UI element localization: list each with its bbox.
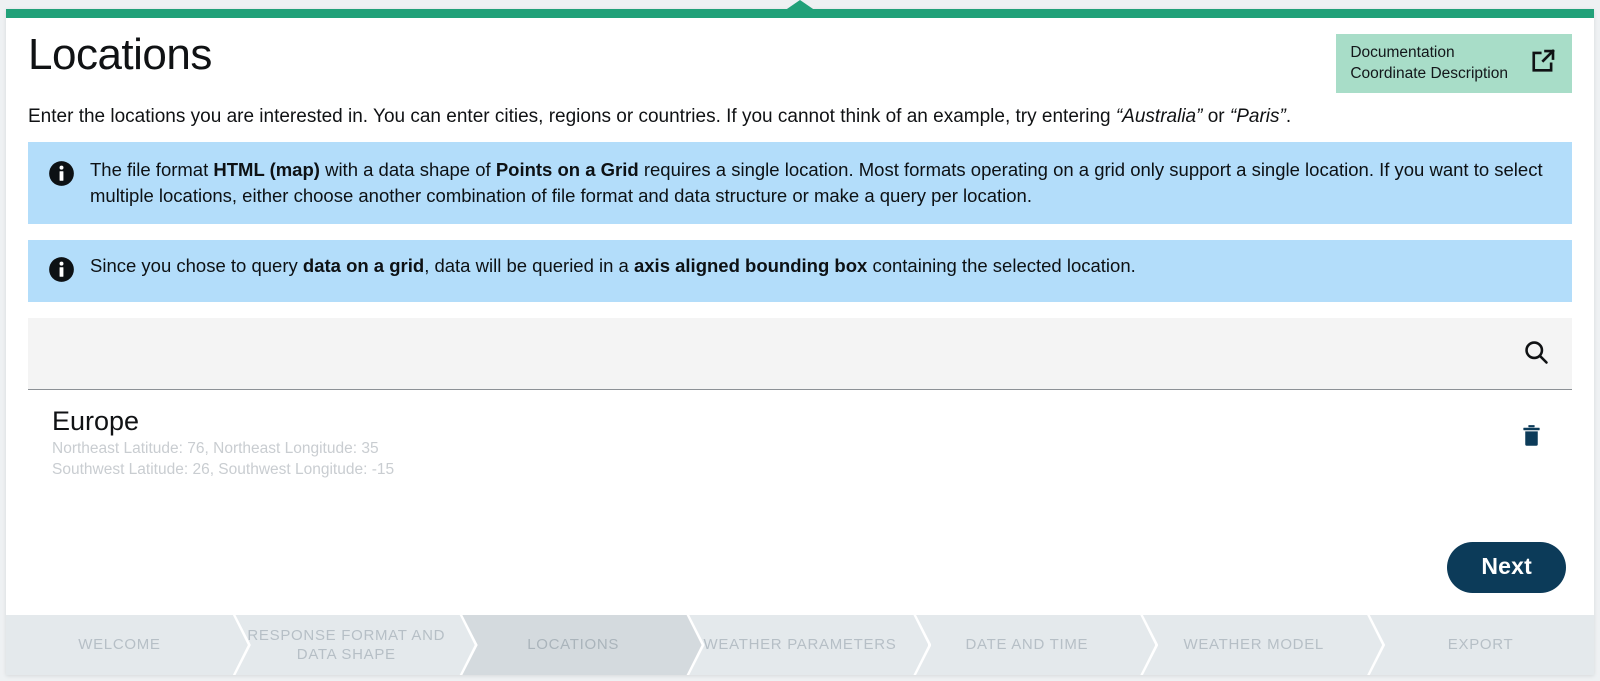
next-button[interactable]: Next xyxy=(1447,542,1566,593)
wizard-stepper: WELCOME RESPONSE FORMAT AND DATA SHAPE L… xyxy=(6,615,1594,675)
location-coordinates-southwest: Southwest Latitude: 26, Southwest Longit… xyxy=(52,460,395,478)
intro-conjunction: or xyxy=(1202,106,1230,127)
documentation-link[interactable]: Documentation Coordinate Description xyxy=(1336,34,1572,94)
delete-location-button[interactable] xyxy=(1509,406,1554,452)
info-banner-grid-query: Since you chose to query data on a grid,… xyxy=(28,240,1572,303)
intro-text: Enter the locations you are interested i… xyxy=(28,104,1572,142)
step-locations[interactable]: LOCATIONS xyxy=(459,615,687,675)
location-name: Europe xyxy=(52,406,140,437)
step-weather-model[interactable]: WEATHER MODEL xyxy=(1140,615,1368,675)
step-weather-parameters[interactable]: WEATHER PARAMETERS xyxy=(686,615,914,675)
intro-example-australia: “Australia” xyxy=(1115,106,1203,127)
location-search-input[interactable] xyxy=(48,318,1520,390)
intro-example-paris: “Paris” xyxy=(1229,106,1286,127)
location-search-field[interactable] xyxy=(28,318,1572,391)
step-welcome[interactable]: WELCOME xyxy=(6,615,233,675)
intro-period: . xyxy=(1285,106,1292,127)
search-icon xyxy=(1522,338,1550,369)
header: Locations Documentation Coordinate Descr… xyxy=(6,18,1594,104)
wizard-card: Locations Documentation Coordinate Descr… xyxy=(6,9,1594,675)
app-root: Locations Documentation Coordinate Descr… xyxy=(0,0,1600,681)
step-export[interactable]: EXPORT xyxy=(1367,615,1594,675)
intro-text-part1: Enter the locations you are interested i… xyxy=(28,106,1116,127)
info-banner-file-format: The file format HTML (map) with a data s… xyxy=(28,141,1572,225)
location-coordinates-northeast: Northeast Latitude: 76, Northeast Longit… xyxy=(52,440,379,458)
trash-icon xyxy=(1519,422,1544,452)
top-notch-arrow xyxy=(784,0,816,11)
selected-location-row: Europe Northeast Latitude: 76, Northeast… xyxy=(28,406,1572,480)
external-link-icon xyxy=(1528,46,1558,81)
info-banner-grid-query-text: Since you chose to query data on a grid,… xyxy=(90,255,1136,277)
step-response-format-and-data-shape[interactable]: RESPONSE FORMAT AND DATA SHAPE xyxy=(232,615,460,675)
info-banner-file-format-text: The file format HTML (map) with a data s… xyxy=(90,158,1543,206)
info-icon xyxy=(48,256,75,288)
search-button[interactable] xyxy=(1520,338,1552,369)
wizard-actions: Next xyxy=(1447,542,1566,593)
step-date-and-time[interactable]: DATE AND TIME xyxy=(913,615,1141,675)
documentation-link-label: Documentation Coordinate Description xyxy=(1350,44,1508,83)
selected-location-details: Europe Northeast Latitude: 76, Northeast… xyxy=(52,406,394,480)
info-icon xyxy=(48,160,75,192)
